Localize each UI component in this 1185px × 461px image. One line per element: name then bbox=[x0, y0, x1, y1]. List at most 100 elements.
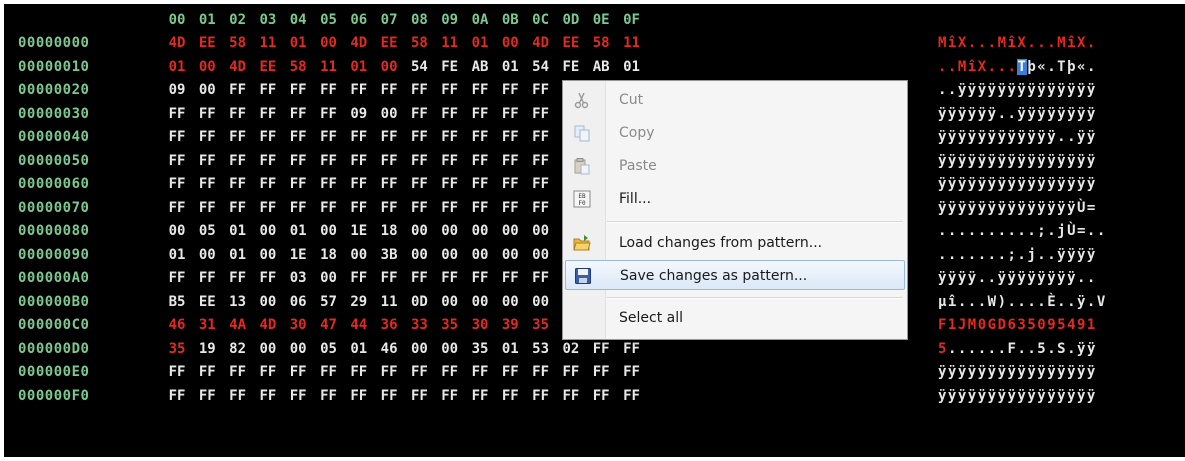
hex-byte[interactable]: FF bbox=[162, 385, 192, 408]
hex-byte[interactable]: FF bbox=[253, 79, 283, 102]
hex-byte[interactable]: FF bbox=[283, 126, 313, 149]
hex-byte[interactable]: FF bbox=[495, 150, 525, 173]
hex-byte[interactable]: EE bbox=[192, 32, 222, 55]
hex-byte[interactable]: 00 bbox=[253, 244, 283, 267]
hex-byte[interactable]: FF bbox=[192, 173, 222, 196]
ascii-text[interactable]: ÿÿÿÿÿÿÿÿÿÿÿÿÿÿÿÿ bbox=[938, 150, 1178, 173]
hex-byte[interactable]: 18 bbox=[314, 244, 344, 267]
hex-byte[interactable]: FF bbox=[253, 173, 283, 196]
hex-byte[interactable]: 00 bbox=[495, 244, 525, 267]
hex-byte[interactable]: FF bbox=[283, 103, 313, 126]
hex-byte[interactable]: FF bbox=[526, 103, 556, 126]
ascii-text[interactable]: F1JM0GD635095491 bbox=[938, 314, 1178, 337]
menu-item-cut[interactable]: Cut bbox=[565, 85, 905, 115]
hex-byte[interactable]: FF bbox=[404, 361, 434, 384]
hex-byte[interactable]: FF bbox=[314, 173, 344, 196]
hex-byte[interactable]: FF bbox=[374, 267, 404, 290]
hex-byte[interactable]: FF bbox=[556, 361, 586, 384]
hex-byte[interactable]: FF bbox=[495, 173, 525, 196]
hex-byte[interactable]: 4D bbox=[162, 32, 192, 55]
hex-byte[interactable]: FF bbox=[465, 385, 495, 408]
hex-byte[interactable]: FF bbox=[617, 338, 647, 361]
hex-byte[interactable]: FF bbox=[162, 126, 192, 149]
hex-byte[interactable]: EE bbox=[192, 291, 222, 314]
hex-byte[interactable]: FF bbox=[617, 385, 647, 408]
menu-item-save-pattern[interactable]: Save changes as pattern... bbox=[565, 260, 905, 290]
hex-byte[interactable]: FF bbox=[344, 150, 374, 173]
hex-byte[interactable]: FF bbox=[374, 385, 404, 408]
hex-byte[interactable]: 01 bbox=[162, 244, 192, 267]
hex-byte[interactable]: 01 bbox=[223, 220, 253, 243]
hex-byte[interactable]: FF bbox=[526, 267, 556, 290]
hex-byte[interactable]: 33 bbox=[404, 314, 434, 337]
hex-byte[interactable]: 00 bbox=[435, 338, 465, 361]
hex-byte[interactable]: 03 bbox=[283, 267, 313, 290]
hex-byte[interactable]: EE bbox=[253, 56, 283, 79]
hex-byte[interactable]: FF bbox=[223, 79, 253, 102]
hex-byte[interactable]: FF bbox=[435, 79, 465, 102]
ascii-text[interactable]: ..MîX...Tþ«.Tþ«. bbox=[938, 56, 1178, 79]
hex-byte[interactable]: FF bbox=[223, 173, 253, 196]
hex-byte[interactable]: FF bbox=[435, 103, 465, 126]
hex-byte[interactable]: FF bbox=[344, 267, 374, 290]
hex-byte[interactable]: FE bbox=[556, 56, 586, 79]
hex-byte[interactable]: 00 bbox=[404, 244, 434, 267]
hex-byte[interactable]: 00 bbox=[314, 267, 344, 290]
hex-byte[interactable]: FF bbox=[344, 173, 374, 196]
hex-byte[interactable]: FF bbox=[404, 385, 434, 408]
hex-byte[interactable]: FF bbox=[495, 361, 525, 384]
hex-byte[interactable]: FF bbox=[435, 197, 465, 220]
hex-byte[interactable]: FF bbox=[253, 385, 283, 408]
hex-byte[interactable]: 46 bbox=[374, 338, 404, 361]
hex-byte[interactable]: 00 bbox=[435, 220, 465, 243]
hex-byte[interactable]: 58 bbox=[223, 32, 253, 55]
ascii-text[interactable]: µî...W)....È..ÿ.V bbox=[938, 291, 1178, 314]
hex-byte[interactable]: FF bbox=[253, 197, 283, 220]
ascii-text[interactable]: ÿÿÿÿÿÿÿÿÿÿÿÿÿÿÿÿ bbox=[938, 173, 1178, 196]
hex-byte[interactable]: 00 bbox=[526, 291, 556, 314]
hex-byte[interactable]: FF bbox=[192, 361, 222, 384]
hex-byte[interactable]: FF bbox=[162, 267, 192, 290]
hex-byte[interactable]: FF bbox=[526, 361, 556, 384]
ascii-text[interactable]: ÿÿÿÿÿÿ..ÿÿÿÿÿÿÿÿ bbox=[938, 103, 1178, 126]
hex-byte[interactable]: FF bbox=[526, 150, 556, 173]
hex-byte[interactable]: 00 bbox=[465, 244, 495, 267]
hex-byte[interactable]: FF bbox=[586, 385, 616, 408]
hex-byte[interactable]: FF bbox=[526, 385, 556, 408]
hex-byte[interactable]: 00 bbox=[192, 56, 222, 79]
hex-byte[interactable]: 00 bbox=[283, 338, 313, 361]
hex-byte[interactable]: 01 bbox=[162, 56, 192, 79]
hex-byte[interactable]: 00 bbox=[495, 220, 525, 243]
menu-item-copy[interactable]: Copy bbox=[565, 118, 905, 148]
hex-byte[interactable]: FF bbox=[253, 267, 283, 290]
hex-byte[interactable]: 4D bbox=[223, 56, 253, 79]
hex-byte[interactable]: FF bbox=[465, 126, 495, 149]
hex-byte[interactable]: 00 bbox=[495, 32, 525, 55]
hex-byte[interactable]: 57 bbox=[314, 291, 344, 314]
hex-byte[interactable]: 11 bbox=[253, 32, 283, 55]
hex-byte[interactable]: 4D bbox=[526, 32, 556, 55]
hex-byte[interactable]: FF bbox=[374, 197, 404, 220]
hex-byte[interactable]: FF bbox=[344, 126, 374, 149]
hex-byte[interactable]: 00 bbox=[192, 79, 222, 102]
hex-byte[interactable]: FF bbox=[404, 79, 434, 102]
hex-byte[interactable]: FF bbox=[283, 361, 313, 384]
hex-byte[interactable]: FF bbox=[435, 385, 465, 408]
hex-byte[interactable]: 3B bbox=[374, 244, 404, 267]
hex-byte[interactable]: FF bbox=[495, 103, 525, 126]
hex-byte[interactable]: 00 bbox=[435, 244, 465, 267]
hex-byte[interactable]: FF bbox=[465, 361, 495, 384]
hex-byte[interactable]: FF bbox=[223, 197, 253, 220]
hex-byte[interactable]: FF bbox=[314, 126, 344, 149]
hex-byte[interactable]: FF bbox=[526, 79, 556, 102]
hex-byte[interactable]: FF bbox=[162, 173, 192, 196]
hex-byte[interactable]: 58 bbox=[404, 32, 434, 55]
hex-byte[interactable]: FF bbox=[495, 126, 525, 149]
hex-byte[interactable]: 00 bbox=[374, 56, 404, 79]
ascii-text[interactable]: ÿÿÿÿÿÿÿÿÿÿÿÿÿÿÿÿ bbox=[938, 385, 1178, 408]
hex-byte[interactable]: FF bbox=[162, 361, 192, 384]
ascii-text[interactable]: ..ÿÿÿÿÿÿÿÿÿÿÿÿÿÿ bbox=[938, 79, 1178, 102]
hex-byte[interactable]: FF bbox=[314, 385, 344, 408]
hex-byte[interactable]: FF bbox=[223, 126, 253, 149]
hex-byte[interactable]: FF bbox=[495, 79, 525, 102]
